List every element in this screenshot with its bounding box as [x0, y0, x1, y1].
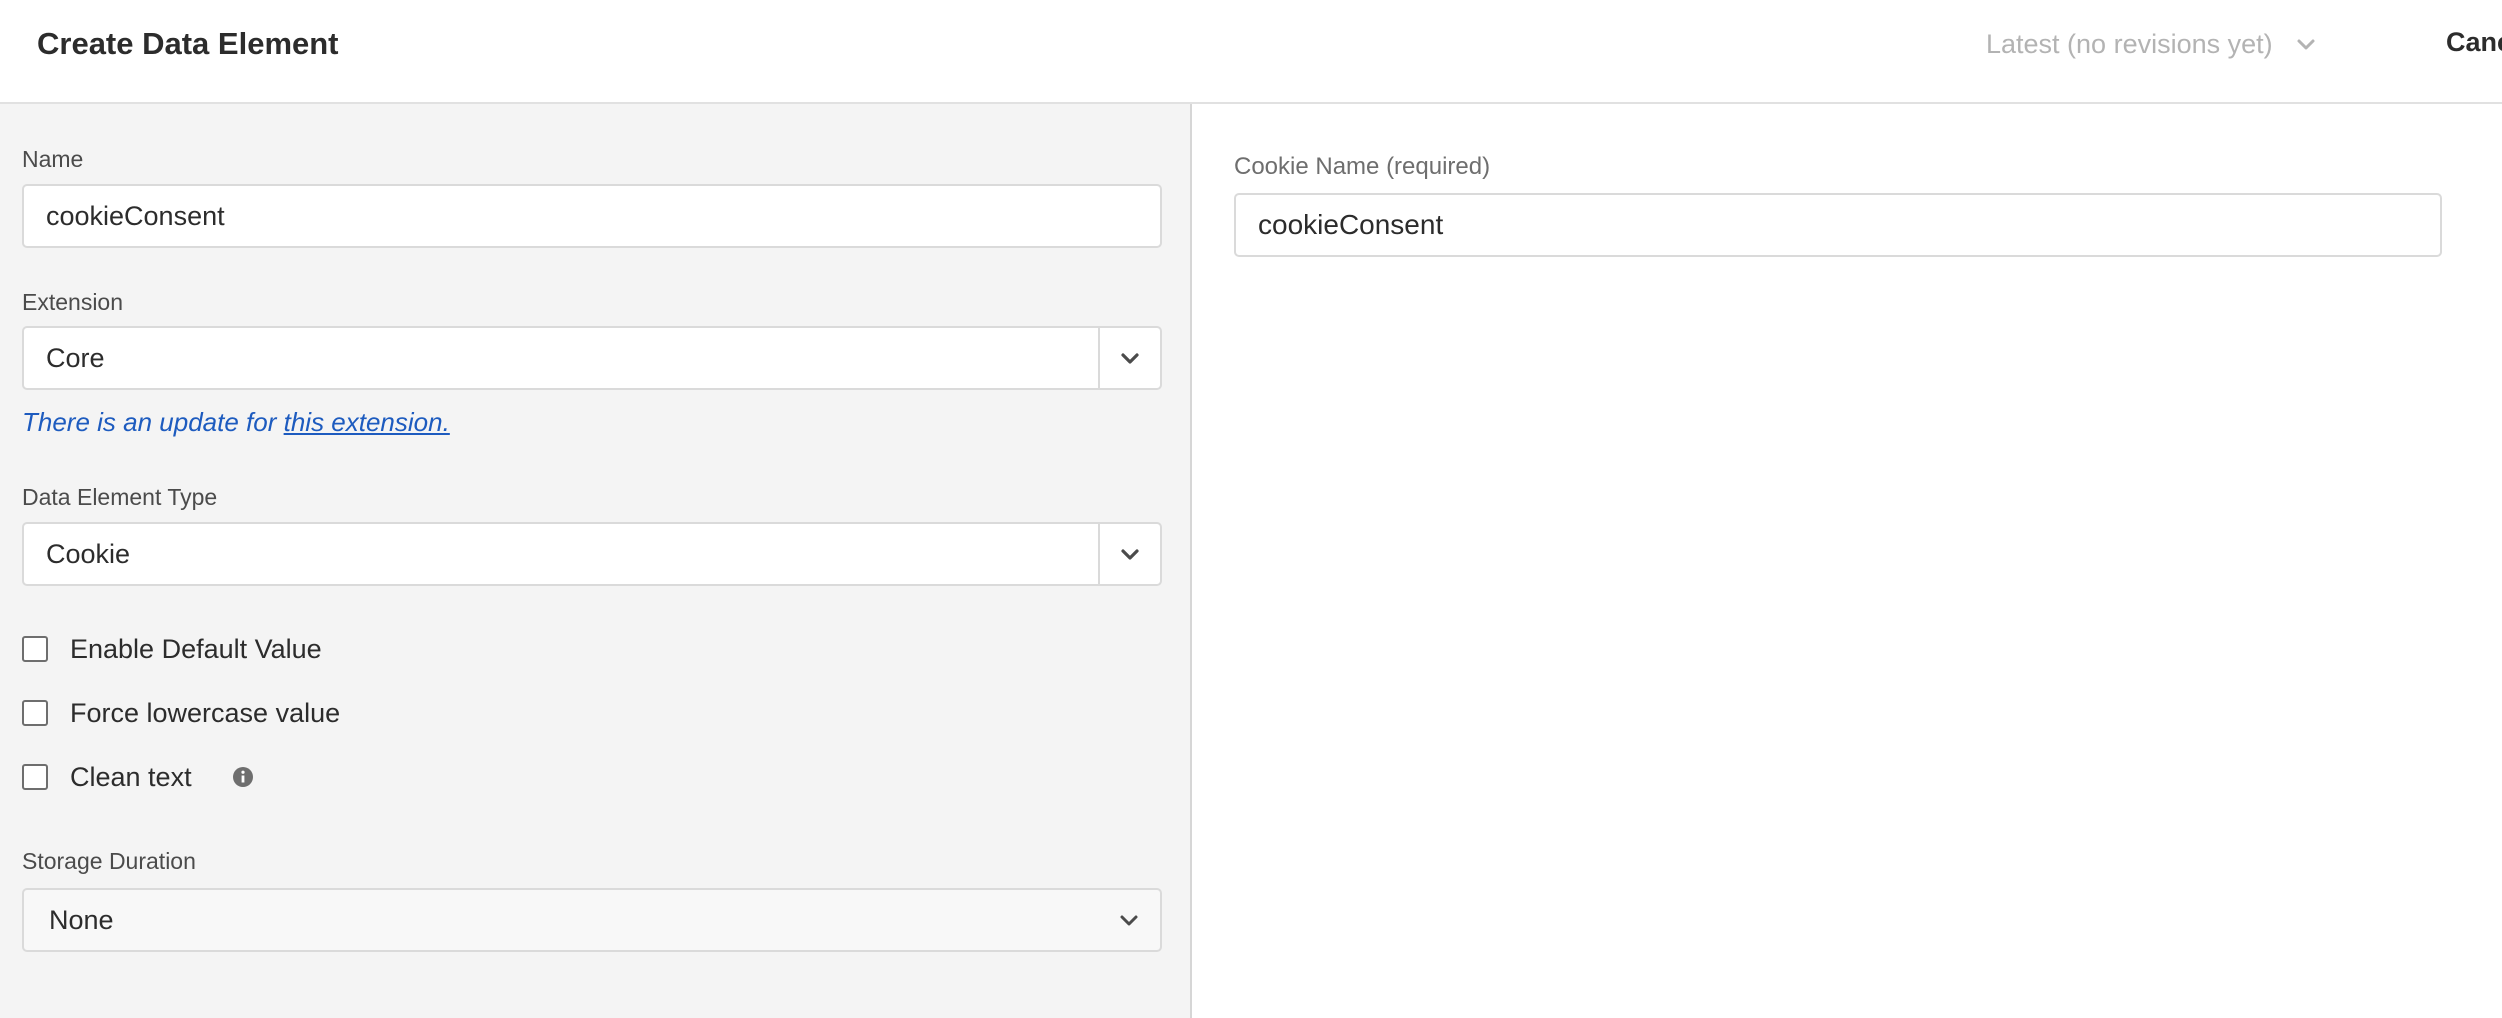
revision-dropdown[interactable]: Latest (no revisions yet) — [1986, 22, 2317, 66]
header: Create Data Element Latest (no revisions… — [0, 0, 2502, 104]
enable-default-value-label: Enable Default Value — [70, 633, 322, 664]
force-lowercase-option[interactable]: Force lowercase value — [22, 693, 340, 733]
storage-duration-label: Storage Duration — [22, 848, 196, 874]
extension-select[interactable]: Core — [22, 326, 1162, 390]
chevron-down-icon — [1121, 353, 1139, 364]
extension-label: Extension — [22, 289, 124, 315]
clean-text-checkbox[interactable] — [22, 764, 48, 790]
data-element-type-value: Cookie — [46, 538, 131, 569]
page-title: Create Data Element — [37, 26, 339, 61]
storage-duration-select[interactable]: None — [22, 888, 1162, 952]
cookie-settings-panel: Cookie Name (required) — [1194, 104, 2502, 1018]
chevron-down-icon — [1120, 915, 1138, 926]
clean-text-option[interactable]: Clean text — [22, 757, 254, 797]
enable-default-value-checkbox[interactable] — [22, 636, 48, 662]
storage-duration-dropdown-button[interactable] — [1098, 890, 1160, 950]
chevron-down-icon — [1121, 549, 1139, 560]
name-label: Name — [22, 146, 84, 172]
update-extension-link[interactable]: this extension. — [284, 407, 450, 437]
force-lowercase-label: Force lowercase value — [70, 697, 341, 728]
cancel-button[interactable]: Cancel — [2446, 22, 2502, 62]
cookie-name-input[interactable] — [1234, 193, 2442, 257]
data-element-form: Name Extension Core There is an update f… — [0, 104, 1192, 1018]
data-element-type-dropdown-button[interactable] — [1098, 524, 1160, 584]
extension-dropdown-button[interactable] — [1098, 328, 1160, 388]
chevron-down-icon — [2297, 39, 2315, 50]
force-lowercase-checkbox[interactable] — [22, 700, 48, 726]
clean-text-label: Clean text — [70, 761, 192, 792]
revision-label: Latest (no revisions yet) — [1986, 28, 2273, 59]
data-element-type-label: Data Element Type — [22, 484, 218, 510]
storage-duration-value: None — [49, 904, 114, 935]
info-icon[interactable] — [232, 766, 254, 788]
extension-update-note: There is an update for this extension. — [22, 404, 450, 440]
cookie-name-label: Cookie Name (required) — [1234, 153, 1491, 180]
data-element-type-select[interactable]: Cookie — [22, 522, 1162, 586]
enable-default-value-option[interactable]: Enable Default Value — [22, 629, 322, 669]
extension-value: Core — [46, 342, 105, 373]
name-input[interactable] — [22, 184, 1162, 248]
update-note-text: There is an update for — [22, 407, 284, 437]
